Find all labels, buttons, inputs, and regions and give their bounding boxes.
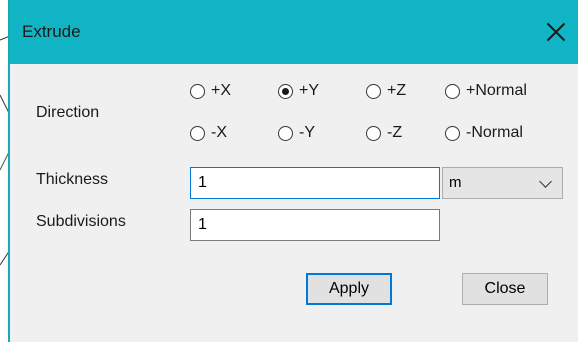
radio-circle: [366, 83, 381, 99]
thickness-input[interactable]: 1: [190, 167, 440, 199]
thickness-unit-select[interactable]: m: [442, 167, 563, 199]
subdivisions-input[interactable]: 1: [190, 209, 440, 241]
extrude-dialog: Extrude Direction +X +Y +Z +Normal -X -Y…: [8, 0, 578, 342]
radio-label: +Y: [299, 82, 320, 99]
thickness-label: Thickness: [36, 171, 109, 188]
dialog-title: Extrude: [22, 22, 81, 41]
radio-label: -Y: [299, 124, 315, 141]
radio-minus-y[interactable]: -Y: [278, 122, 315, 144]
radio-circle: [278, 125, 293, 141]
radio-plus-normal[interactable]: +Normal: [445, 80, 527, 102]
radio-label: +Z: [387, 82, 407, 99]
radio-label: -Z: [387, 124, 403, 141]
radio-circle: [445, 83, 460, 99]
close-button[interactable]: Close: [462, 273, 548, 305]
radio-minus-x[interactable]: -X: [190, 122, 227, 144]
thickness-unit-value: m: [449, 174, 462, 191]
subdivisions-label: Subdivisions: [36, 213, 126, 230]
apply-button[interactable]: Apply: [306, 273, 392, 305]
radio-plus-y[interactable]: +Y: [278, 80, 319, 102]
radio-minus-z[interactable]: -Z: [366, 122, 402, 144]
radio-plus-x[interactable]: +X: [190, 80, 231, 102]
radio-circle-checked: [278, 83, 293, 99]
radio-label: +Normal: [466, 82, 527, 99]
radio-plus-z[interactable]: +Z: [366, 80, 406, 102]
direction-label: Direction: [36, 104, 100, 121]
radio-label: -Normal: [466, 124, 523, 141]
radio-label: -X: [211, 124, 227, 141]
radio-minus-normal[interactable]: -Normal: [445, 122, 523, 144]
chevron-down-icon: [539, 175, 552, 188]
radio-circle: [445, 125, 460, 141]
radio-circle: [366, 125, 381, 141]
radio-circle: [190, 125, 205, 141]
close-icon[interactable]: [536, 12, 576, 52]
title-bar: Extrude: [10, 0, 578, 64]
radio-label: +X: [211, 82, 232, 99]
radio-circle: [190, 83, 205, 99]
